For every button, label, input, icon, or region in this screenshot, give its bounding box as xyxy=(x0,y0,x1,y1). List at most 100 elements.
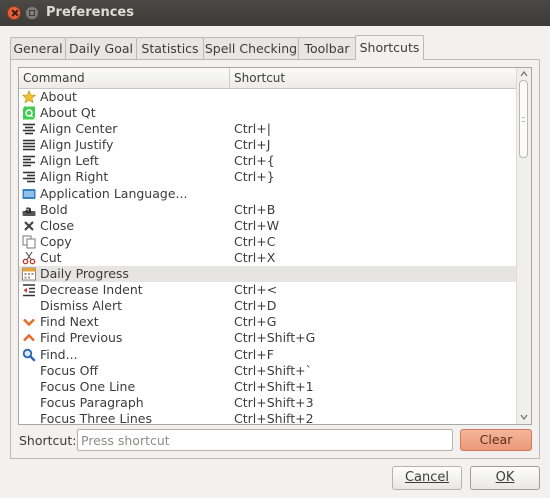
shortcut-input[interactable] xyxy=(77,429,453,451)
table-row[interactable]: Align Right Ctrl+} xyxy=(19,169,517,185)
table-row[interactable]: a Bold Ctrl+B xyxy=(19,202,517,218)
command-cell: Daily Progress xyxy=(40,266,129,282)
language-icon xyxy=(22,187,36,201)
table-row[interactable]: Find Next Ctrl+G xyxy=(19,314,517,330)
window-minimize-button[interactable] xyxy=(25,6,39,20)
shortcut-cell: Ctrl+D xyxy=(234,298,277,314)
shortcut-cell: Ctrl+W xyxy=(234,217,280,233)
align-center-icon xyxy=(22,122,36,136)
shortcut-cell: Ctrl+G xyxy=(234,314,277,330)
shortcut-cell: Ctrl+Shift+2 xyxy=(234,410,314,425)
table-row[interactable]: Align Left Ctrl+{ xyxy=(19,153,517,169)
ok-button-label: OK xyxy=(495,470,515,485)
command-cell: Close xyxy=(40,217,75,233)
qt-logo-icon xyxy=(22,106,36,120)
table-row[interactable]: Application Language... xyxy=(19,186,517,202)
command-cell: Align Justify xyxy=(40,137,114,153)
table-row[interactable]: About Qt xyxy=(19,105,517,121)
search-icon xyxy=(22,348,36,362)
shortcut-cell: Ctrl+Shift+1 xyxy=(234,378,314,394)
star-icon xyxy=(21,90,37,104)
table-row[interactable]: Find... Ctrl+F xyxy=(19,347,517,363)
cancel-button[interactable]: Cancel xyxy=(392,466,462,490)
scroll-up-arrow-icon[interactable] xyxy=(520,70,528,78)
shortcut-cell: Ctrl+Shift+G xyxy=(234,330,316,346)
clear-button[interactable]: Clear xyxy=(460,429,532,451)
tab-statistics[interactable]: Statistics xyxy=(136,37,204,59)
close-icon xyxy=(22,219,36,233)
shortcut-cell: Ctrl+X xyxy=(234,249,276,265)
cancel-button-label: Cancel xyxy=(404,470,450,485)
scrollbar-thumb[interactable] xyxy=(519,80,528,158)
table-row[interactable]: Focus Three Lines Ctrl+Shift+2 xyxy=(19,410,517,425)
command-cell: About Qt xyxy=(40,105,96,121)
scroll-down-arrow-icon[interactable] xyxy=(520,413,528,421)
preferences-dialog: Preferences General Daily Goal Statistic… xyxy=(0,0,550,498)
shortcut-cell: Ctrl+C xyxy=(234,233,276,249)
table-row[interactable]: Align Center Ctrl+| xyxy=(19,121,517,137)
command-cell: Dismiss Alert xyxy=(40,298,123,314)
tab-spell-checking[interactable]: Spell Checking xyxy=(203,37,299,59)
table-row[interactable]: Daily Progress xyxy=(19,266,517,283)
table-row[interactable]: Copy Ctrl+C xyxy=(19,234,517,250)
table-row[interactable]: Cut Ctrl+X xyxy=(19,250,517,266)
tab-daily-goal[interactable]: Daily Goal xyxy=(65,37,137,59)
window-title: Preferences xyxy=(46,5,134,20)
table-row[interactable]: Close Ctrl+W xyxy=(19,218,517,234)
svg-text:a: a xyxy=(25,205,32,216)
command-cell: Find... xyxy=(40,346,78,362)
cut-icon xyxy=(22,251,36,265)
copy-icon xyxy=(22,235,36,249)
title-bar[interactable]: Preferences xyxy=(0,0,550,26)
shortcut-cell: Ctrl+Shift+` xyxy=(234,362,312,378)
column-header-shortcut[interactable]: Shortcut xyxy=(230,68,517,88)
command-cell: Decrease Indent xyxy=(40,282,143,298)
bold-icon: a xyxy=(22,203,36,217)
shortcut-label: Shortcut: xyxy=(19,433,77,448)
window-close-button[interactable] xyxy=(7,6,21,20)
command-cell: Find Previous xyxy=(40,330,123,346)
shortcuts-table: Command Shortcut About About Qt Align Cent… xyxy=(18,67,532,425)
vertical-scrollbar[interactable] xyxy=(516,68,531,424)
table-row[interactable]: Dismiss Alert Ctrl+D xyxy=(19,298,517,314)
command-cell: Focus Off xyxy=(40,362,99,378)
shortcut-cell: Ctrl+{ xyxy=(234,153,275,169)
shortcut-cell: Ctrl+| xyxy=(234,121,271,137)
tab-toolbar[interactable]: Toolbar xyxy=(298,37,356,59)
chevron-up-icon xyxy=(22,331,36,345)
command-cell: Focus One Line xyxy=(40,378,136,394)
tab-general[interactable]: General xyxy=(10,37,66,59)
column-header-command[interactable]: Command xyxy=(19,68,230,88)
chevron-down-icon xyxy=(22,315,36,329)
command-cell: Align Center xyxy=(40,121,118,137)
shortcut-cell: Ctrl+Shift+3 xyxy=(234,394,314,410)
table-row[interactable]: About xyxy=(19,89,517,105)
table-row[interactable]: Align Justify Ctrl+J xyxy=(19,137,517,153)
table-header: Command Shortcut xyxy=(19,68,517,89)
shortcut-cell: Ctrl+} xyxy=(234,169,275,185)
shortcut-cell: Ctrl+B xyxy=(234,201,276,217)
align-justify-icon xyxy=(22,138,36,152)
command-cell: Focus Three Lines xyxy=(40,410,153,425)
table-row[interactable]: Focus One Line Ctrl+Shift+1 xyxy=(19,379,517,395)
align-left-icon xyxy=(22,154,36,168)
command-cell: Copy xyxy=(40,233,72,249)
decrease-indent-icon xyxy=(22,283,36,297)
table-row[interactable]: Focus Paragraph Ctrl+Shift+3 xyxy=(19,395,517,411)
command-cell: Bold xyxy=(40,201,68,217)
command-cell: Cut xyxy=(40,249,62,265)
table-row[interactable]: Decrease Indent Ctrl+< xyxy=(19,282,517,298)
shortcut-cell: Ctrl+F xyxy=(234,346,274,362)
command-cell: Align Left xyxy=(40,153,99,169)
command-cell: About xyxy=(40,89,77,104)
shortcut-cell: Ctrl+J xyxy=(234,137,271,153)
calendar-icon xyxy=(22,267,36,281)
command-cell: Focus Paragraph xyxy=(40,394,144,410)
table-row[interactable]: Find Previous Ctrl+Shift+G xyxy=(19,330,517,346)
table-rows: About About Qt Align Center Ctrl+| Align Jus… xyxy=(19,89,517,425)
command-cell: Find Next xyxy=(40,314,99,330)
shortcut-cell: Ctrl+< xyxy=(234,282,278,298)
table-row[interactable]: Focus Off Ctrl+Shift+` xyxy=(19,363,517,379)
tab-shortcuts[interactable]: Shortcuts xyxy=(355,35,424,60)
ok-button[interactable]: OK xyxy=(470,466,540,490)
